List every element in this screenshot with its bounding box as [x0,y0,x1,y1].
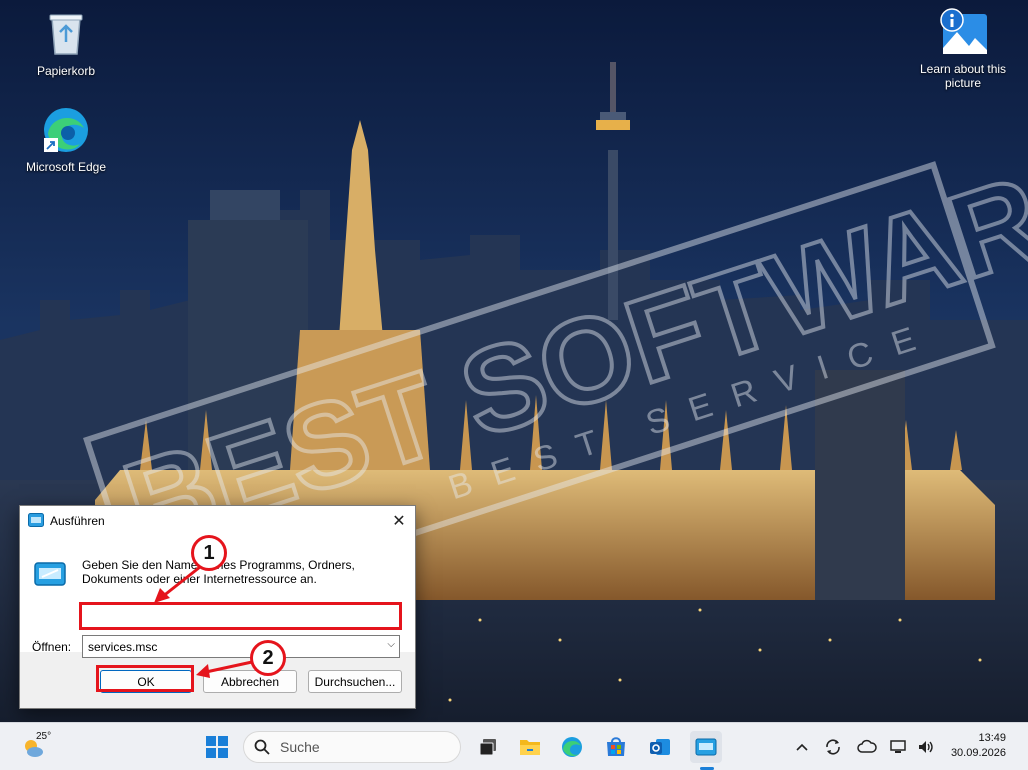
task-view-button[interactable] [472,731,504,763]
file-explorer-button[interactable] [514,731,546,763]
store-button[interactable] [600,731,632,763]
outlook-icon [650,739,670,755]
run-taskbar-button[interactable] [690,731,722,770]
edge-taskbar-button[interactable] [556,731,588,763]
callout-step-2: 2 [250,640,286,676]
task-view-icon [479,739,496,756]
search-placeholder: Suche [280,739,320,755]
volume-icon[interactable] [916,737,936,757]
edge-icon [562,737,582,757]
callout-step-1: 1 [191,535,227,571]
cloud-icon[interactable] [857,737,877,757]
system-clock[interactable]: 13:49 30.09.2026 [946,731,1006,761]
clock-time: 13:49 [978,732,1006,744]
run-icon [695,738,717,756]
chevron-up-icon[interactable] [792,737,812,757]
file-explorer-icon [520,740,540,755]
sync-icon[interactable] [823,737,843,757]
search-icon [254,739,270,755]
annotation-arrows [154,565,253,678]
start-button[interactable] [201,731,233,763]
store-icon [607,737,625,756]
clock-date: 30.09.2026 [950,747,1006,759]
network-icon[interactable] [888,737,908,757]
start-icon [206,736,228,758]
weather-temp: 25° [36,731,52,742]
weather-widget[interactable]: 25° [22,729,62,765]
taskbar-search[interactable]: Suche [243,731,461,763]
outlook-button[interactable] [644,731,676,763]
taskbar: 25° Suche 13:49 30.09.2026 [0,722,1028,770]
